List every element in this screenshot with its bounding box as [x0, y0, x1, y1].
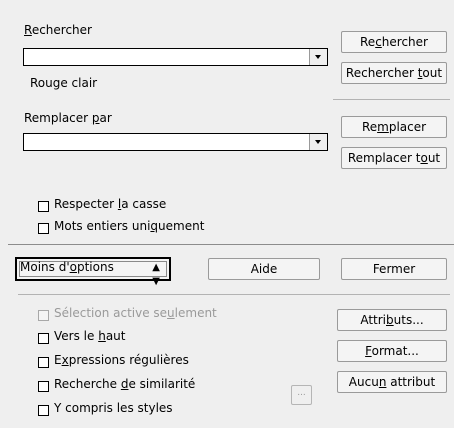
spin-arrows-icon: ▲ ▼ [152, 262, 160, 287]
whole-words-checkbox[interactable] [38, 223, 49, 234]
regex-checkbox[interactable] [38, 357, 49, 368]
no-attribute-button[interactable]: Aucun attribut [337, 371, 447, 393]
close-button[interactable]: Fermer [341, 258, 447, 280]
whole-words-label: Mots entiers uniquement [54, 219, 205, 233]
separator [333, 99, 450, 100]
regex-label: Expressions régulières [54, 353, 189, 367]
chevron-down-icon[interactable] [309, 134, 327, 150]
replace-button[interactable]: Remplacer [341, 116, 447, 138]
separator [8, 244, 454, 245]
help-button[interactable]: Aide [208, 258, 320, 280]
search-all-button[interactable]: Rechercher tout [341, 62, 447, 84]
replace-all-button[interactable]: Remplacer tout [341, 147, 447, 169]
match-case-label: Respecter la casse [54, 197, 167, 211]
replace-label: Remplacer par [24, 111, 112, 125]
attributes-button[interactable]: Attributs... [337, 309, 447, 331]
similarity-settings-button[interactable]: ... [291, 385, 312, 405]
fewer-options-button[interactable]: Moins d'options ▲ ▼ [15, 257, 171, 287]
backwards-label: Vers le haut [54, 329, 126, 343]
backwards-checkbox[interactable] [38, 333, 49, 344]
replace-combobox[interactable] [23, 133, 328, 151]
match-case-checkbox[interactable] [38, 201, 49, 212]
selection-only-checkbox[interactable] [38, 310, 49, 321]
fewer-options-label: Moins d'options [20, 260, 114, 274]
include-styles-checkbox[interactable] [38, 405, 49, 416]
search-attribute-text: Rouge clair [30, 76, 98, 90]
similarity-checkbox[interactable] [38, 381, 49, 392]
include-styles-label: Y compris les styles [54, 401, 173, 415]
similarity-label: Recherche de similarité [54, 377, 196, 391]
search-combobox[interactable] [23, 48, 328, 66]
separator [18, 294, 450, 295]
search-button[interactable]: Rechercher [341, 31, 447, 53]
search-label: Rechercher [24, 23, 92, 37]
chevron-down-icon[interactable] [309, 49, 327, 65]
selection-only-label: Sélection active seulement [54, 306, 217, 320]
format-button[interactable]: Format... [337, 340, 447, 362]
